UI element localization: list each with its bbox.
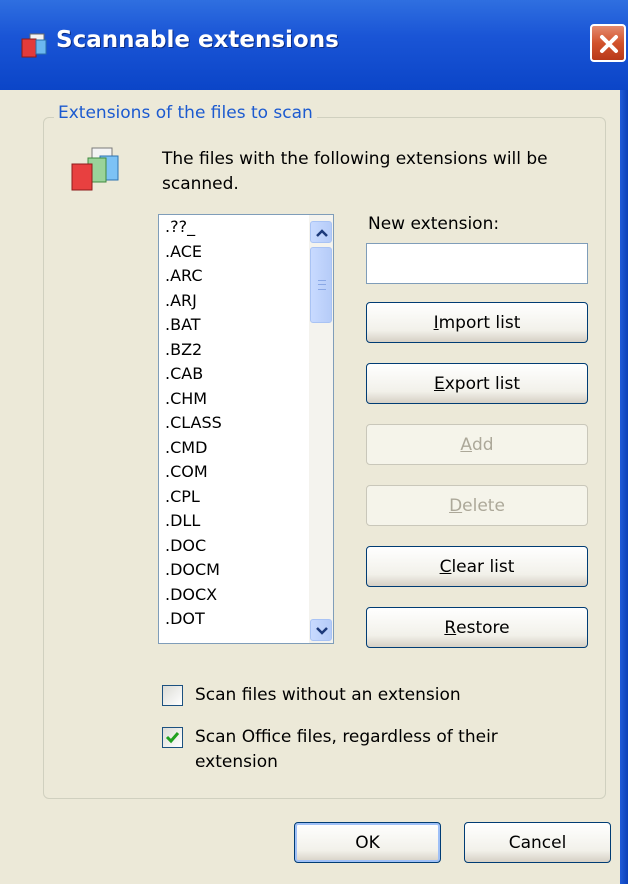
list-item[interactable]: .CLASS — [159, 411, 309, 436]
app-icon — [21, 33, 47, 58]
ok-button[interactable]: OK — [294, 822, 441, 863]
add-mnemonic: A — [460, 434, 473, 455]
list-item[interactable]: .BAT — [159, 313, 309, 338]
scroll-up-button[interactable] — [310, 221, 332, 243]
window-title: Scannable extensions — [56, 27, 339, 53]
export-list-button[interactable]: Export list — [366, 363, 588, 404]
scan-no-extension-label: Scan files without an extension — [195, 685, 461, 705]
new-extension-input[interactable] — [366, 243, 588, 284]
scroll-down-button[interactable] — [310, 619, 332, 641]
cancel-button[interactable]: Cancel — [464, 822, 611, 863]
clear-mnemonic: C — [439, 556, 452, 577]
list-item[interactable]: .COM — [159, 460, 309, 485]
window-border — [620, 90, 628, 884]
export-mnemonic: E — [433, 373, 445, 394]
list-item[interactable]: .ACE — [159, 240, 309, 265]
list-item[interactable]: .CPL — [159, 485, 309, 510]
list-item[interactable]: .DOC — [159, 534, 309, 559]
ok-label: OK — [355, 832, 380, 853]
checkmark-icon — [165, 732, 180, 744]
list-item[interactable]: .DOCM — [159, 558, 309, 583]
list-item[interactable]: .CHM — [159, 387, 309, 412]
clear-label: lear list — [451, 556, 515, 577]
list-item[interactable]: .??_ — [159, 215, 309, 240]
list-scrollbar[interactable] — [309, 215, 333, 643]
scan-office-label: Scan Office files, regardless of their e… — [195, 727, 498, 772]
title-bar[interactable]: Scannable extensions — [0, 0, 628, 90]
scan-no-extension-checkbox[interactable] — [162, 685, 183, 706]
list-item[interactable]: .DOCX — [159, 583, 309, 608]
scan-office-checkbox[interactable] — [162, 727, 183, 748]
chevron-up-icon — [316, 229, 328, 237]
restore-button[interactable]: Restore — [366, 607, 588, 648]
list-item[interactable]: .DLL — [159, 509, 309, 534]
restore-mnemonic: R — [444, 617, 457, 638]
list-item[interactable]: .DOT — [159, 607, 309, 632]
close-button[interactable] — [590, 24, 626, 62]
import-label: mport list — [438, 312, 521, 333]
cancel-label: Cancel — [508, 832, 567, 853]
new-extension-label: New extension: — [368, 214, 500, 234]
list-item[interactable]: .ARC — [159, 264, 309, 289]
add-label: dd — [472, 434, 494, 455]
delete-button[interactable]: Delete — [366, 485, 588, 526]
list-item[interactable]: .CMD — [159, 436, 309, 461]
group-legend: Extensions of the files to scan — [54, 103, 317, 123]
add-button[interactable]: Add — [366, 424, 588, 465]
restore-label: estore — [456, 617, 510, 638]
extensions-list: .??_ .ACE .ARC .ARJ .BAT .BZ2 .CAB .CHM .CLASS .C… — [159, 215, 309, 632]
extensions-listbox[interactable]: .??_ .ACE .ARC .ARJ .BAT .BZ2 .CAB .CHM .CLASS .C… — [158, 214, 334, 644]
documents-icon — [71, 147, 119, 191]
scroll-thumb[interactable] — [310, 247, 332, 323]
delete-label: elete — [462, 495, 505, 516]
list-item[interactable]: .ARJ — [159, 289, 309, 314]
close-icon — [600, 35, 618, 53]
export-label: xport list — [444, 373, 521, 394]
description-text: The files with the following extensions … — [162, 149, 548, 194]
delete-mnemonic: D — [449, 495, 463, 516]
thumb-grip — [318, 280, 326, 290]
list-item[interactable]: .BZ2 — [159, 338, 309, 363]
import-list-button[interactable]: Import list — [366, 302, 588, 343]
clear-list-button[interactable]: Clear list — [366, 546, 588, 587]
chevron-down-icon — [316, 627, 328, 635]
list-item[interactable]: .CAB — [159, 362, 309, 387]
